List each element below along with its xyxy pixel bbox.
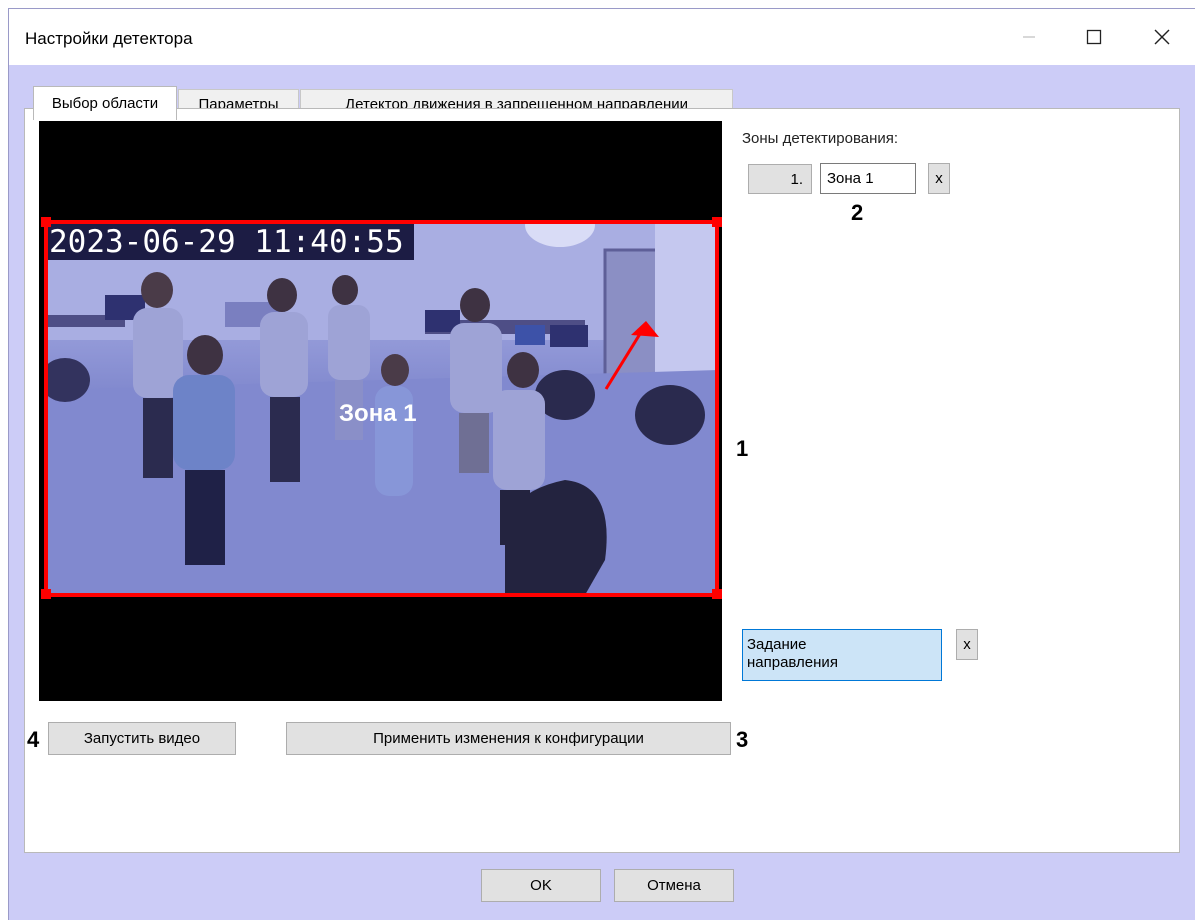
zone-name-overlay: Зона 1 [339,400,417,427]
cancel-button[interactable]: Отмена [614,869,734,902]
zone-index-button[interactable]: 1. [748,164,812,194]
callout-3: 3 [736,727,749,752]
start-video-button[interactable]: Запустить видео [48,722,236,755]
close-icon[interactable] [1139,17,1185,57]
ok-button[interactable]: OK [481,869,601,902]
video-preview[interactable]: 2023-06-29 11:40:55 Зона 1 [39,121,722,701]
zone-index-label: 1. [790,170,803,188]
apply-config-button[interactable]: Применить изменения к конфигурации [286,722,731,755]
set-direction-line1: Задание [747,636,807,653]
start-video-label: Запустить видео [83,730,201,747]
ok-label: OK [530,877,552,894]
apply-config-label: Применить изменения к конфигурации [373,730,644,747]
delete-zone-button[interactable]: x [928,163,950,194]
tab-area-selection[interactable]: Выбор области [33,86,177,120]
cancel-label: Отмена [647,877,701,894]
maximize-icon[interactable] [1071,17,1117,57]
delete-zone-label: x [935,170,943,187]
callout-4: 4 [27,727,40,752]
zone-name-value: Зона 1 [827,170,874,187]
tab-label: Выбор области [51,95,159,112]
minimize-icon[interactable] [1006,17,1052,57]
window-title: Настройки детектора [25,29,193,48]
zones-heading: Зоны детектирования: [742,130,899,147]
title-bar: Настройки детектора [9,9,1195,65]
delete-direction-button[interactable]: x [956,629,978,660]
set-direction-line2: направления [747,654,838,671]
callout-1: 1 [736,436,749,461]
set-direction-button[interactable]: Задание направления [742,629,942,681]
callout-2: 2 [851,200,864,225]
zone-name-field[interactable]: Зона 1 [820,163,916,194]
delete-direction-label: x [963,636,971,653]
